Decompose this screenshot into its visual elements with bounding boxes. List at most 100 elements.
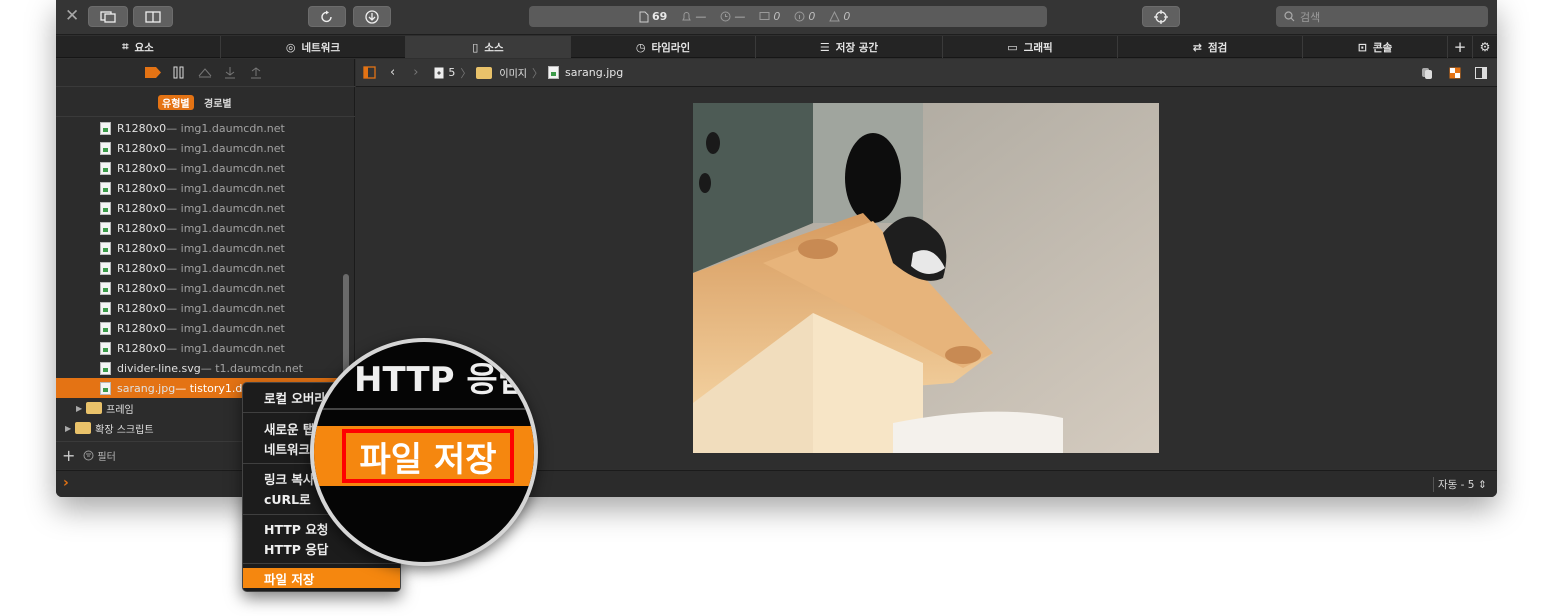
- breadcrumb-frame[interactable]: 5: [434, 66, 455, 79]
- image-file-icon: [100, 321, 111, 335]
- search-icon: [1284, 11, 1295, 22]
- resource-item[interactable]: R1280x0 — img1.daumcdn.net: [56, 318, 355, 338]
- resource-item[interactable]: R1280x0 — img1.daumcdn.net: [56, 138, 355, 158]
- image-file-icon: [548, 66, 560, 79]
- group-by-path-button[interactable]: 경로별: [200, 95, 236, 110]
- image-preview: [693, 103, 1159, 453]
- divider: [1433, 477, 1434, 492]
- reload-button[interactable]: [308, 6, 346, 27]
- plus-icon[interactable]: +: [62, 446, 75, 465]
- breadcrumb-separator: 〉: [532, 66, 544, 80]
- tab-storage[interactable]: ☰ 저장 공간: [756, 36, 943, 58]
- tab-audit[interactable]: ⇄ 점검: [1118, 36, 1303, 58]
- tab-network[interactable]: ◎ 네트워크: [221, 36, 406, 58]
- resource-item[interactable]: R1280x0 — img1.daumcdn.net: [56, 238, 355, 258]
- tab-sources[interactable]: ▯ 소스: [406, 36, 571, 58]
- image-file-icon: [100, 161, 111, 175]
- image-file-icon: [100, 241, 111, 255]
- settings-button[interactable]: ⚙: [1473, 36, 1497, 58]
- error-count: 0: [759, 10, 780, 23]
- resource-name: R1280x0: [117, 341, 167, 355]
- image-file-icon: [100, 361, 111, 375]
- tab-graphics[interactable]: ▭ 그래픽: [943, 36, 1118, 58]
- resource-domain: — img1.daumcdn.net: [166, 201, 285, 215]
- resource-count: 69: [639, 10, 667, 23]
- step-out-icon[interactable]: [250, 66, 262, 79]
- step-into-icon[interactable]: [224, 66, 236, 79]
- resource-domain: — t1.daumcdn.net: [200, 361, 303, 375]
- menu-item-save-file[interactable]: 파일 저장: [243, 568, 400, 588]
- disclosure-triangle-icon: ▶: [65, 423, 72, 433]
- transparency-grid-icon[interactable]: [1449, 67, 1461, 79]
- tab-elements[interactable]: ⌗ 요소: [56, 36, 221, 58]
- resource-name: R1280x0: [117, 221, 167, 235]
- chevron-updown-icon: ⇕: [1477, 479, 1487, 491]
- frame-file-icon: [434, 67, 444, 78]
- pause-icon[interactable]: [173, 66, 185, 79]
- image-file-icon: [100, 301, 111, 315]
- resource-name: R1280x0: [117, 121, 167, 135]
- elements-icon: ⌗: [122, 40, 129, 53]
- filter-field[interactable]: 필터: [83, 448, 116, 463]
- document-icon: ▯: [472, 40, 479, 54]
- warning-count: 0: [829, 10, 850, 23]
- group-by-type-button[interactable]: 유형별: [158, 95, 194, 110]
- back-arrow-icon[interactable]: ‹: [390, 65, 395, 80]
- folder-icon: [75, 422, 92, 434]
- resource-item[interactable]: R1280x0 — img1.daumcdn.net: [56, 278, 355, 298]
- breakpoint-icon[interactable]: [145, 67, 161, 78]
- resource-name: R1280x0: [117, 141, 167, 155]
- resource-item[interactable]: R1280x0 — img1.daumcdn.net: [56, 218, 355, 238]
- close-icon[interactable]: ✕: [65, 6, 79, 26]
- sidebar-toggle-icon[interactable]: [363, 66, 376, 79]
- layers-icon[interactable]: [1421, 67, 1433, 79]
- dock-button[interactable]: [88, 6, 128, 27]
- info-icon: [794, 11, 805, 22]
- disclosure-triangle-icon: ▶: [76, 403, 83, 413]
- image-file-icon: [100, 341, 111, 355]
- resource-domain: — img1.daumcdn.net: [166, 221, 285, 235]
- resource-item[interactable]: R1280x0 — img1.daumcdn.net: [56, 118, 355, 138]
- menu-separator: [243, 563, 400, 564]
- details-sidebar-icon[interactable]: [1475, 67, 1487, 79]
- debugger-controls: [56, 59, 355, 87]
- resource-item[interactable]: R1280x0 — img1.daumcdn.net: [56, 258, 355, 278]
- download-button[interactable]: [353, 6, 391, 27]
- execution-context-select[interactable]: 자동 - 5 ⇕: [1438, 477, 1487, 492]
- resource-domain: — img1.daumcdn.net: [166, 321, 285, 335]
- resource-item[interactable]: R1280x0 — img1.daumcdn.net: [56, 198, 355, 218]
- resource-item[interactable]: R1280x0 — img1.daumcdn.net: [56, 338, 355, 358]
- resource-name: R1280x0: [117, 261, 167, 275]
- resource-domain: — img1.daumcdn.net: [166, 121, 285, 135]
- magnified-save-file: 파일 저장: [342, 429, 514, 483]
- split-icon: [145, 10, 161, 23]
- resource-domain: — img1.daumcdn.net: [166, 301, 285, 315]
- magnified-separator: [314, 408, 534, 410]
- resource-item[interactable]: divider-line.svg — t1.daumcdn.net: [56, 358, 355, 378]
- navigation-bar: ‹ › 5 〉 이미지 〉 sarang.jpg: [356, 59, 1497, 87]
- prompt-chevron-icon: ›: [63, 475, 69, 491]
- search-input[interactable]: 검색: [1276, 6, 1488, 27]
- resource-item[interactable]: R1280x0 — img1.daumcdn.net: [56, 178, 355, 198]
- resource-item[interactable]: R1280x0 — img1.daumcdn.net: [56, 298, 355, 318]
- resource-name: R1280x0: [117, 281, 167, 295]
- info-count: 0: [794, 10, 815, 23]
- tab-console[interactable]: ⊡ 콘솔: [1303, 36, 1448, 58]
- add-tab-button[interactable]: +: [1448, 36, 1473, 58]
- split-view-button[interactable]: [133, 6, 173, 27]
- inspect-element-button[interactable]: [1142, 6, 1180, 27]
- folder-icon: [86, 402, 103, 414]
- step-over-icon[interactable]: [198, 67, 212, 78]
- breadcrumb-file[interactable]: sarang.jpg: [548, 66, 623, 79]
- image-file-icon: [100, 121, 111, 135]
- grouping-segmented-control: 유형별 경로별: [56, 87, 355, 117]
- tab-timeline[interactable]: ◷ 타임라인: [571, 36, 756, 58]
- forward-arrow-icon[interactable]: ›: [413, 65, 418, 80]
- image-file-icon: [100, 141, 111, 155]
- resource-item[interactable]: R1280x0 — img1.daumcdn.net: [56, 158, 355, 178]
- resource-domain: — img1.daumcdn.net: [166, 141, 285, 155]
- magnified-http-response: HTTP 응답: [354, 360, 529, 400]
- resource-name: R1280x0: [117, 201, 167, 215]
- clock-icon: [720, 11, 731, 22]
- breadcrumb-folder[interactable]: 이미지: [476, 65, 527, 80]
